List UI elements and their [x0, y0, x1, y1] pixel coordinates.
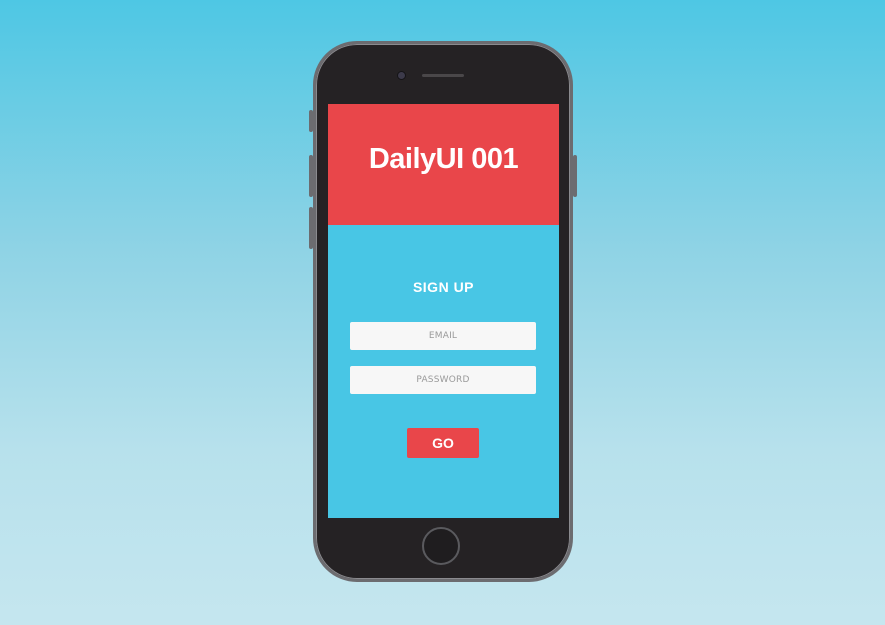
app-title: DailyUI 001 [368, 143, 519, 175]
phone-screen: DailyUI 001 SIGN UP GO [328, 104, 559, 518]
password-field[interactable] [350, 366, 536, 394]
speaker-icon [422, 74, 464, 77]
signup-heading: SIGN UP [412, 279, 475, 295]
email-field[interactable] [350, 322, 536, 350]
camera-icon [397, 71, 406, 80]
go-button[interactable]: GO [407, 428, 479, 458]
power-button [573, 155, 577, 197]
header-banner: DailyUI 001 [328, 104, 559, 225]
home-button-icon [422, 527, 460, 565]
